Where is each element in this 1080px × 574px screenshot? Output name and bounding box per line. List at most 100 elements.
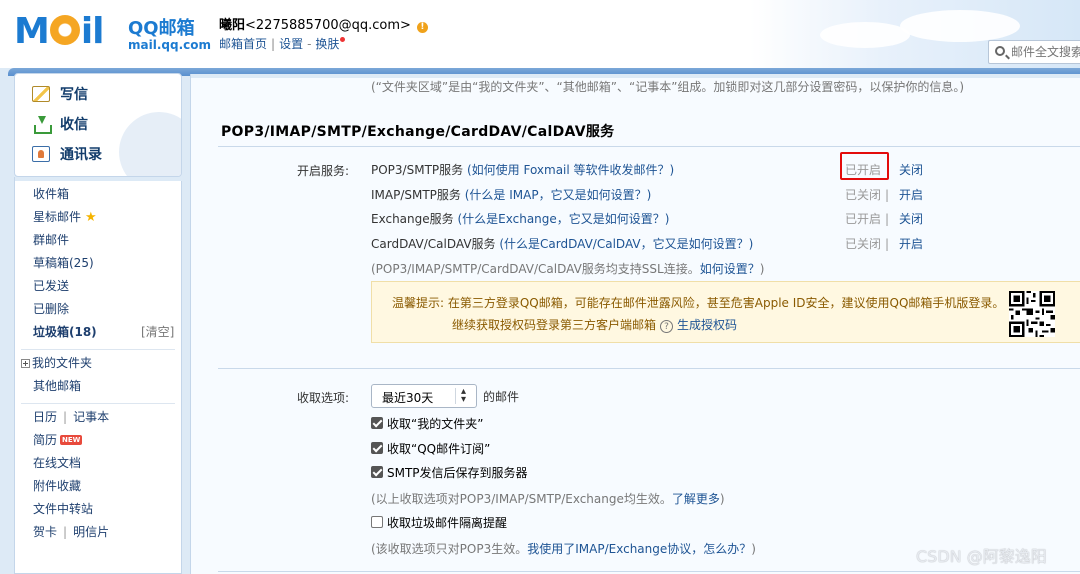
learn-more-link[interactable]: 了解更多 (672, 492, 720, 506)
sidebar-item-junk[interactable]: 垃圾箱(18) [清空] (33, 323, 183, 341)
logo-domain: mail.qq.com (128, 38, 211, 52)
generate-auth-code-link[interactable]: 生成授权码 (677, 318, 737, 332)
checkbox-junk-reminder[interactable] (371, 516, 383, 528)
checkbox-my-folders[interactable] (371, 417, 383, 429)
sidebar-item-drafts[interactable]: 草稿箱(25) (33, 254, 94, 272)
warning-icon[interactable]: ! (416, 22, 428, 33)
security-tip: 温馨提示: 在第三方登录QQ邮箱，可能存在邮件泄露风险，甚至危害Apple ID… (371, 281, 1080, 343)
sidebar-item-sent[interactable]: 已发送 (33, 277, 69, 295)
sidebar-item-inbox[interactable]: 收件箱 (33, 185, 69, 203)
section-title: POP3/IMAP/SMTP/Exchange/CardDAV/CalDAV服务 (221, 124, 615, 140)
sidebar-item-my-folders[interactable]: 我的文件夹 (21, 354, 92, 372)
compose-button[interactable]: 写信 (32, 83, 88, 105)
cloud-decoration (820, 22, 910, 48)
watermark: CSDN @阿黎逸阳 (916, 547, 1047, 566)
qr-code-icon (1009, 291, 1055, 337)
receive-range-suffix: 的邮件 (483, 390, 520, 404)
exchange-status: 已开启 | (845, 212, 890, 226)
receive-range-select[interactable]: 最近30天 ▴ ▾ (371, 384, 477, 408)
search-icon (995, 46, 1005, 56)
options-note: (以上收取选项对POP3/IMAP/SMTP/Exchange均生效。了解更多) (371, 492, 725, 506)
carddav-toggle-button[interactable]: 开启 (899, 235, 923, 252)
help-icon[interactable]: ? (660, 320, 674, 333)
receive-button[interactable]: 收信 (32, 113, 88, 135)
search-input[interactable] (1011, 44, 1080, 60)
option-smtp-save-label: SMTP发信后保存到服务器 (387, 466, 528, 480)
enable-service-label: 开启服务: (297, 164, 350, 178)
exchange-help-link[interactable]: (什么是Exchange，它又是如何设置？) (457, 212, 669, 226)
option-my-folders-label: 收取“我的文件夹” (387, 417, 484, 431)
user-name: 曦阳 (219, 18, 246, 33)
checkbox-smtp-save[interactable] (371, 466, 383, 478)
folder-lock-note: (“文件夹区域”是由“我的文件夹”、“其他邮箱”、“记事本”组成。加锁即对这几部… (371, 80, 965, 94)
checkbox-qq-subscription[interactable] (371, 442, 383, 454)
settings-panel: (“文件夹区域”是由“我的文件夹”、“其他邮箱”、“记事本”组成。加锁即对这几部… (190, 74, 1080, 574)
option-qq-subscription-label: 收取“QQ邮件订阅” (387, 442, 491, 456)
contacts-button[interactable]: 通讯录 (32, 143, 102, 165)
sidebar-apps-row-2: 贺卡 | 明信片 (33, 525, 110, 539)
tip-line-1: 温馨提示: 在第三方登录QQ邮箱，可能存在邮件泄露风险，甚至危害Apple ID… (392, 296, 1005, 310)
tip-line-2: 继续获取授权码登录第三方客户端邮箱? 生成授权码 (452, 318, 738, 333)
sidebar-apps-row-1: 日历 | 记事本 (33, 410, 110, 424)
sidebar-item-resume[interactable]: 简历 NEW (33, 431, 83, 449)
junk-note: (该收取选项只对POP3生效。我使用了IMAP/Exchange协议，怎么办？) (371, 542, 756, 556)
settings-link[interactable]: 设置 (279, 37, 303, 51)
notes-link[interactable]: 记事本 (73, 410, 109, 424)
service-row-exchange: Exchange服务 (什么是Exchange，它又是如何设置？) (371, 212, 670, 226)
compose-icon (32, 86, 50, 102)
service-row-carddav: CardDAV/CalDAV服务 (什么是CardDAV/CalDAV，它又是如… (371, 237, 754, 251)
sidebar-item-other-mail[interactable]: 其他邮箱 (33, 377, 81, 395)
divider (218, 146, 1080, 147)
carddav-status: 已关闭 | (845, 237, 890, 251)
greeting-card-link[interactable]: 贺卡 (33, 525, 57, 539)
sidebar-folders: 收件箱 星标邮件 ★ 群邮件 草稿箱(25) 已发送 已删除 垃圾箱(18) [清… (14, 177, 183, 574)
highlight-annotation (840, 152, 889, 180)
new-badge: NEW (60, 435, 83, 445)
divider (218, 571, 1080, 572)
cloud-decoration (900, 10, 1020, 42)
imap-toggle-button[interactable]: 开启 (899, 186, 923, 203)
carddav-help-link[interactable]: (什么是CardDAV/CalDAV，它又是如何设置？) (499, 237, 753, 251)
divider (218, 368, 1080, 369)
logo-mark: Mil (14, 11, 105, 52)
pop3-help-link[interactable]: (如何使用 Foxmail 等软件收发邮件？) (467, 163, 674, 177)
imap-help-link[interactable]: (什么是 IMAP，它又是如何设置？) (465, 188, 652, 202)
service-row-pop3: POP3/SMTP服务 (如何使用 Foxmail 等软件收发邮件？) (371, 163, 675, 177)
exchange-toggle-button[interactable]: 关闭 (899, 210, 923, 227)
imap-exchange-help-link[interactable]: 我使用了IMAP/Exchange协议，怎么办？ (527, 542, 751, 556)
star-icon: ★ (85, 210, 97, 225)
pop3-toggle-button[interactable]: 关闭 (899, 161, 923, 178)
option-junk-reminder-label: 收取垃圾邮件隔离提醒 (387, 516, 508, 530)
header: Mil QQ邮箱 mail.qq.com 曦阳<2275885700@qq.co… (0, 0, 1080, 68)
skin-link[interactable]: 换肤 (315, 37, 339, 51)
sidebar-item-group-mail[interactable]: 群邮件 (33, 231, 69, 249)
divider (21, 349, 175, 350)
logo-brand: QQ邮箱 (128, 18, 195, 39)
user-info: 曦阳<2275885700@qq.com>! (219, 14, 428, 33)
sidebar-item-online-docs[interactable]: 在线文档 (33, 454, 81, 472)
ssl-howto-link[interactable]: 如何设置？ (700, 262, 760, 276)
sidebar-item-deleted[interactable]: 已删除 (33, 300, 69, 318)
empty-junk-button[interactable]: [清空] (141, 323, 174, 341)
notification-dot-icon (340, 37, 346, 42)
postcard-link[interactable]: 明信片 (73, 525, 109, 539)
contacts-icon (32, 146, 50, 162)
imap-status: 已关闭 | (845, 188, 890, 202)
sidebar-item-file-transfer[interactable]: 文件中转站 (33, 500, 93, 518)
expand-icon[interactable] (21, 359, 30, 368)
sidebar-item-attachments[interactable]: 附件收藏 (33, 477, 81, 495)
qq-mail-logo[interactable]: Mil QQ邮箱 mail.qq.com (14, 10, 214, 54)
divider (21, 403, 175, 404)
mailbox-home-link[interactable]: 邮箱首页 (219, 37, 267, 51)
penguin-decoration (119, 112, 181, 176)
service-row-imap: IMAP/SMTP服务 (什么是 IMAP，它又是如何设置？) (371, 188, 652, 202)
receive-range-value: 最近30天 (382, 391, 434, 405)
receive-options-label: 收取选项: (297, 391, 350, 405)
inbox-download-icon (32, 116, 52, 134)
search-box[interactable] (988, 40, 1080, 64)
sidebar-item-starred[interactable]: 星标邮件 ★ (33, 208, 97, 226)
calendar-link[interactable]: 日历 (33, 410, 57, 424)
top-links: 邮箱首页 | 设置 - 换肤 (219, 35, 346, 52)
ssl-note: (POP3/IMAP/SMTP/CardDAV/CalDAV服务均支持SSL连接… (371, 262, 765, 276)
sidebar-commands: 写信 收信 通讯录 (14, 73, 182, 177)
